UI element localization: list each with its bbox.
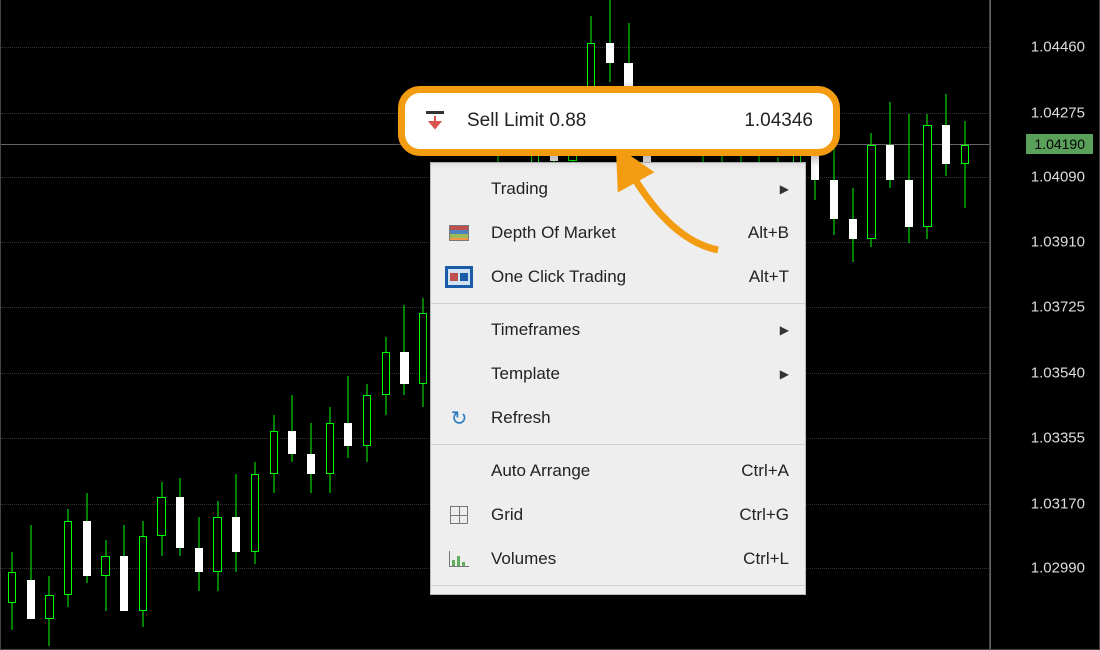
sell-limit-price: 1.04346 [744,110,813,132]
candle [941,94,951,176]
candle [325,407,335,493]
menu-item-label: Volumes [479,549,743,569]
menu-separator [431,585,805,586]
volumes-icon [439,537,479,581]
candle [138,521,148,627]
candle [605,0,615,82]
candle [418,298,428,408]
menu-item-label: Template [479,364,771,384]
menu-item-label: Grid [479,505,739,525]
menu-item-shortcut: Ctrl+L [743,549,789,569]
candle [26,525,36,611]
candle [399,305,409,395]
price-axis-label: 1.03725 [1031,299,1085,316]
submenu-arrow-icon: ▶ [779,323,789,337]
candle [7,552,17,630]
menu-item-shortcut: Alt+B [748,223,789,243]
grid-icon [439,493,479,537]
callout-arrow-icon [608,150,738,270]
menu-icon-placeholder [439,308,479,352]
menu-icon-placeholder [439,449,479,493]
candle [287,395,297,462]
menu-item-autoarrange[interactable]: Auto ArrangeCtrl+A [431,449,805,493]
candle [848,188,858,262]
menu-item-refresh[interactable]: ↻Refresh [431,396,805,440]
candle [44,576,54,646]
menu-icon-placeholder [439,352,479,396]
gridline [1,47,989,48]
refresh-icon: ↻ [439,396,479,440]
menu-separator [431,444,805,445]
candle [362,384,372,462]
candle [885,102,895,188]
candle [269,415,279,493]
price-axis-label: 1.02990 [1031,560,1085,577]
sell-limit-icon [415,93,455,149]
menu-item-label: Refresh [479,408,789,428]
current-price-tag: 1.04190 [1026,134,1093,154]
candle [343,376,353,458]
candle [119,525,129,588]
candle [63,509,73,607]
candle [82,493,92,583]
menu-item-volumes[interactable]: VolumesCtrl+L [431,537,805,581]
candle [231,474,241,572]
price-axis-label: 1.03540 [1031,365,1085,382]
current-price-value: 1.04190 [1034,136,1085,152]
candle [194,517,204,591]
menu-item-shortcut: Ctrl+G [739,505,789,525]
menu-item-label: Auto Arrange [479,461,741,481]
menu-separator [431,303,805,304]
price-axis-label: 1.03170 [1031,496,1085,513]
candle [175,478,185,556]
menu-item-timeframes[interactable]: Timeframes ▶ [431,308,805,352]
depth-of-market-icon [439,211,479,255]
one-click-trading-icon [439,255,479,299]
sell-limit-label: Sell Limit 0.88 [455,110,744,132]
sell-limit-highlight[interactable]: Sell Limit 0.88 1.04346 [398,86,840,156]
candle [250,462,260,564]
candle [866,133,876,247]
menu-item-shortcut: Alt+T [749,267,789,287]
candle [381,337,391,415]
candle [212,501,222,591]
price-axis-label: 1.04460 [1031,39,1085,56]
candle [306,423,316,493]
candle [904,114,914,243]
price-axis: 1.04460 1.04275 1.04090 1.03910 1.03725 1.035… [990,0,1100,650]
menu-icon-placeholder [439,167,479,211]
price-axis-label: 1.04275 [1031,105,1085,122]
submenu-arrow-icon: ▶ [779,182,789,196]
submenu-arrow-icon: ▶ [779,367,789,381]
candle [960,121,970,207]
price-axis-label: 1.03355 [1031,430,1085,447]
candle [829,141,839,235]
candle [156,482,166,556]
candle [100,540,110,610]
menu-item-shortcut: Ctrl+A [741,461,789,481]
menu-item-template[interactable]: Template ▶ [431,352,805,396]
candle [922,114,932,239]
menu-item-label: One Click Trading [479,267,749,287]
price-axis-label: 1.04090 [1031,169,1085,186]
menu-item-label: Timeframes [479,320,771,340]
menu-item-grid[interactable]: GridCtrl+G [431,493,805,537]
price-axis-label: 1.03910 [1031,234,1085,251]
